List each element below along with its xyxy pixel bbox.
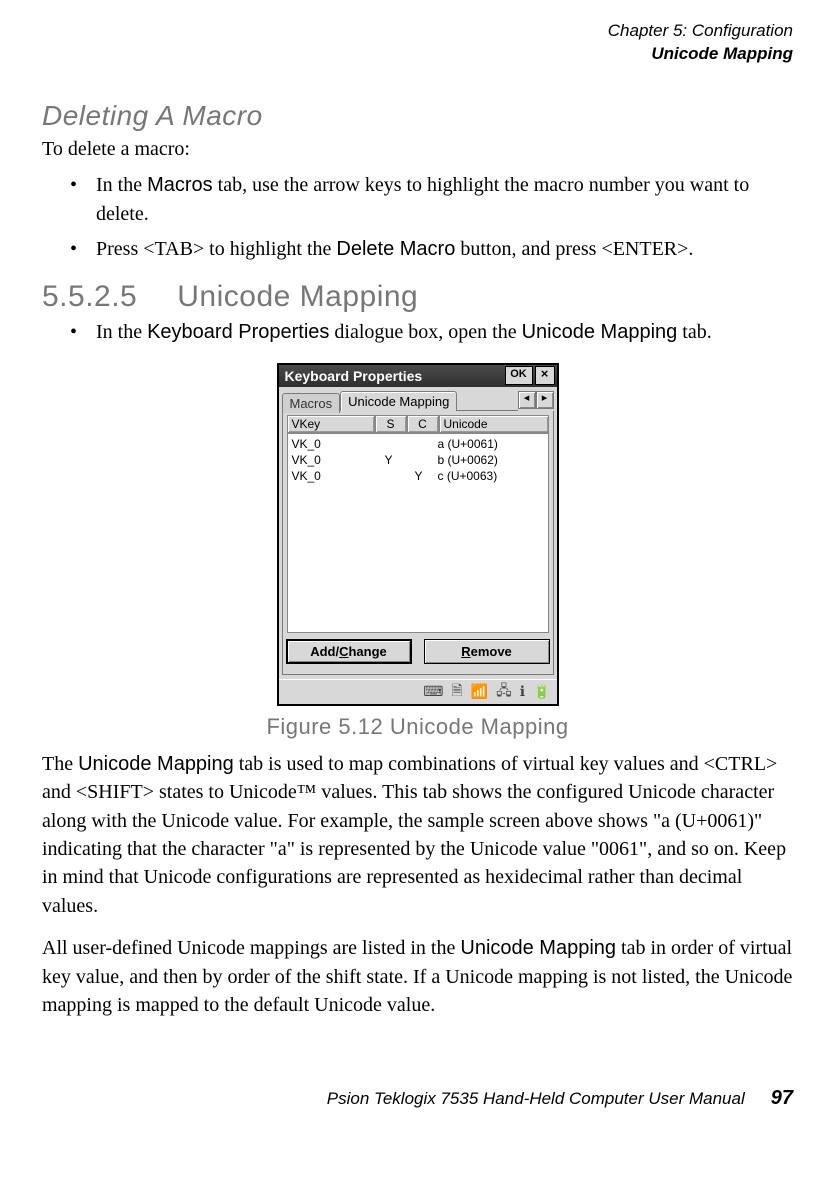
list-item: In the Keyboard Properties dialogue box,… bbox=[96, 318, 793, 347]
tab-scroll-left-icon[interactable]: ◂ bbox=[518, 391, 536, 409]
manual-title: Psion Teklogix 7535 Hand-Held Computer U… bbox=[327, 1089, 745, 1109]
add-change-button[interactable]: Add/Change bbox=[286, 639, 412, 664]
ui-term: Unicode Mapping bbox=[78, 753, 234, 775]
tab-macros[interactable]: Macros bbox=[282, 393, 341, 413]
ui-term: Unicode Mapping bbox=[460, 937, 616, 959]
ui-term: Keyboard Properties bbox=[147, 321, 329, 343]
heading-deleting-macro: Deleting A Macro bbox=[42, 100, 793, 132]
section-title: Unicode Mapping bbox=[177, 280, 418, 314]
table-row[interactable]: VK_0 a (U+0061) bbox=[288, 436, 548, 452]
dialog-titlebar: Keyboard Properties OK × bbox=[279, 365, 557, 387]
tab-strip: Macros Unicode Mapping ◂ ▸ bbox=[279, 387, 557, 411]
tab-panel: VKey S C Unicode VK_0 a (U+0061) VK_0 Y bbox=[282, 411, 554, 675]
ui-term: Unicode Mapping bbox=[522, 321, 678, 343]
ok-button[interactable]: OK bbox=[505, 366, 533, 385]
section-number: 5.5.2.5 bbox=[42, 280, 137, 314]
deleting-steps: In the Macros tab, use the arrow keys to… bbox=[42, 171, 793, 264]
tray-info-icon[interactable]: ℹ bbox=[520, 683, 525, 700]
ui-term: Delete Macro bbox=[336, 238, 455, 260]
header-topic: Unicode Mapping bbox=[42, 43, 793, 66]
paragraph-explain: The Unicode Mapping tab is used to map c… bbox=[42, 750, 793, 920]
figure-caption: Figure 5.12 Unicode Mapping bbox=[266, 714, 568, 740]
tray-network-icon[interactable]: 🖧 bbox=[496, 680, 512, 704]
dialog-title: Keyboard Properties bbox=[285, 368, 503, 384]
tray-doc-icon[interactable]: 🗎 bbox=[451, 680, 462, 704]
page-header: Chapter 5: Configuration Unicode Mapping bbox=[42, 20, 793, 66]
keyboard-properties-dialog: Keyboard Properties OK × Macros Unicode … bbox=[277, 363, 559, 706]
col-s[interactable]: S bbox=[375, 415, 407, 433]
list-item: Press <TAB> to highlight the Delete Macr… bbox=[96, 235, 793, 264]
tab-scroll-right-icon[interactable]: ▸ bbox=[536, 391, 554, 409]
close-button[interactable]: × bbox=[535, 366, 555, 385]
table-row[interactable]: VK_0 Y c (U+0063) bbox=[288, 468, 548, 484]
remove-button[interactable]: Remove bbox=[424, 639, 550, 664]
tray-signal-icon[interactable]: 📶 bbox=[471, 683, 488, 700]
paragraph-order: All user-defined Unicode mappings are li… bbox=[42, 934, 793, 1019]
page-number: 97 bbox=[771, 1087, 793, 1110]
section-step: In the Keyboard Properties dialogue box,… bbox=[42, 318, 793, 347]
list-item: In the Macros tab, use the arrow keys to… bbox=[96, 171, 793, 229]
page-footer: Psion Teklogix 7535 Hand-Held Computer U… bbox=[42, 1087, 793, 1110]
col-unicode[interactable]: Unicode bbox=[439, 415, 549, 433]
tray-keyboard-icon[interactable]: ⌨ bbox=[423, 683, 443, 700]
mapping-list[interactable]: VK_0 a (U+0061) VK_0 Y b (U+0062) VK_0 bbox=[287, 433, 549, 633]
col-c[interactable]: C bbox=[407, 415, 439, 433]
tray-battery-icon[interactable]: 🔋 bbox=[533, 683, 550, 700]
tab-unicode-mapping[interactable]: Unicode Mapping bbox=[340, 391, 457, 411]
column-headers: VKey S C Unicode bbox=[287, 415, 549, 433]
deleting-intro: To delete a macro: bbox=[42, 138, 793, 161]
header-chapter: Chapter 5: Configuration bbox=[42, 20, 793, 43]
table-row[interactable]: VK_0 Y b (U+0062) bbox=[288, 452, 548, 468]
system-tray: ⌨ 🗎 📶 🖧 ℹ 🔋 bbox=[279, 679, 557, 704]
col-vkey[interactable]: VKey bbox=[287, 415, 375, 433]
ui-term: Macros bbox=[147, 174, 213, 196]
